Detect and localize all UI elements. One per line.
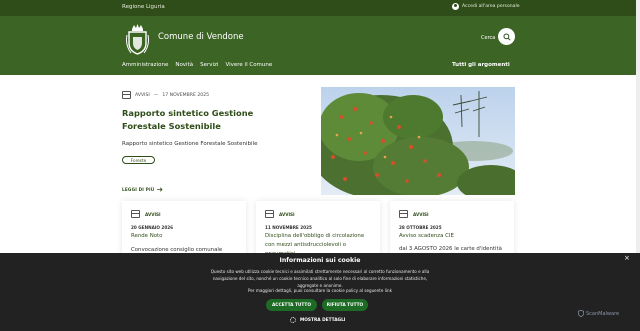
- news-card[interactable]: AVVISI 20 GENNAIO 2026 Rende Noto Convoc…: [122, 201, 246, 261]
- gear-icon: [290, 317, 296, 323]
- show-details-button[interactable]: MOSTRA DETTAGLI: [290, 317, 345, 323]
- card-category[interactable]: AVVISI: [145, 212, 161, 217]
- card-date: 20 GENNAIO 2026: [131, 225, 174, 230]
- shield-icon: [578, 310, 584, 317]
- arrow-right-icon: [157, 187, 163, 192]
- calendar-icon: [265, 210, 274, 218]
- nav-novita[interactable]: Novità: [175, 62, 193, 68]
- calendar-icon: [122, 91, 131, 99]
- reject-all-button[interactable]: RIFIUTA TUTTO: [322, 299, 368, 311]
- hero-meta: AVVISI — 17 NOVEMBRE 2025: [122, 91, 209, 99]
- card-category[interactable]: AVVISI: [279, 212, 295, 217]
- card-category[interactable]: AVVISI: [413, 212, 429, 217]
- nav-amministrazione[interactable]: Amministrazione: [122, 62, 168, 68]
- watermark: ScanMalware: [578, 310, 619, 317]
- read-more-label: LEGGI DI PIÙ: [122, 187, 155, 192]
- hero-date: 17 NOVEMBRE 2025: [162, 92, 210, 98]
- nav-all-topics[interactable]: Tutti gli argomenti: [452, 62, 510, 68]
- hero-image: [321, 87, 515, 195]
- coat-of-arms-icon[interactable]: [124, 23, 151, 57]
- user-icon: [452, 3, 459, 10]
- hero-separator: —: [153, 92, 159, 98]
- site-title[interactable]: Comune di Vendone: [158, 32, 244, 42]
- calendar-icon: [131, 210, 140, 218]
- hero-category[interactable]: AVVISI: [135, 93, 150, 98]
- search-label: Cerca: [481, 35, 496, 41]
- search-icon: [502, 32, 511, 41]
- cookie-banner: × Informazioni sui cookie Questo sito we…: [0, 253, 640, 331]
- nav-vivere-il-comune[interactable]: Vivere il Comune: [225, 62, 272, 68]
- watermark-label: ScanMalware: [586, 310, 620, 317]
- accept-all-button[interactable]: ACCETTA TUTTO: [266, 299, 317, 311]
- nav-servizi[interactable]: Servizi: [200, 62, 218, 68]
- login-label: Accedi all'area personale: [462, 4, 520, 9]
- card-date: 11 NOVEMBRE 2025: [265, 225, 312, 230]
- news-card[interactable]: AVVISI 11 NOVEMBRE 2025 Disciplina dell'…: [256, 201, 380, 261]
- card-title[interactable]: Avviso scadenza CIE: [399, 232, 509, 241]
- card-excerpt: dal 3 AGOSTO 2026 le carte d'identità: [399, 246, 502, 252]
- search-button[interactable]: [498, 28, 515, 45]
- login-link[interactable]: Accedi all'area personale: [452, 3, 520, 10]
- card-title[interactable]: Rende Noto: [131, 232, 241, 241]
- read-more-link[interactable]: LEGGI DI PIÙ: [122, 187, 163, 192]
- card-date: 28 OTTOBRE 2025: [399, 225, 442, 230]
- cookie-title: Informazioni sui cookie: [279, 257, 361, 264]
- cookie-policy-note[interactable]: Per maggiori dettagli, puoi consultare l…: [0, 288, 640, 293]
- main-nav: Amministrazione Novità Servizi Vivere il…: [122, 62, 272, 68]
- site-header: Comune di Vendone Cerca Amministrazione …: [0, 16, 640, 75]
- top-bar: Regione Liguria Accedi all'area personal…: [0, 0, 640, 16]
- region-link[interactable]: Regione Liguria: [122, 4, 165, 10]
- news-card[interactable]: AVVISI 28 OTTOBRE 2025 Avviso scadenza C…: [390, 201, 514, 261]
- topic-chip[interactable]: Foreste: [122, 156, 155, 164]
- calendar-icon: [399, 210, 408, 218]
- show-details-label: MOSTRA DETTAGLI: [300, 317, 346, 323]
- cookie-text: Questo sito web utilizza cookie tecnici …: [210, 269, 430, 289]
- hero-description: Rapporto sintetico Gestione Forestale So…: [122, 141, 258, 147]
- hero-title[interactable]: Rapporto sintetico Gestione Forestale So…: [122, 107, 292, 134]
